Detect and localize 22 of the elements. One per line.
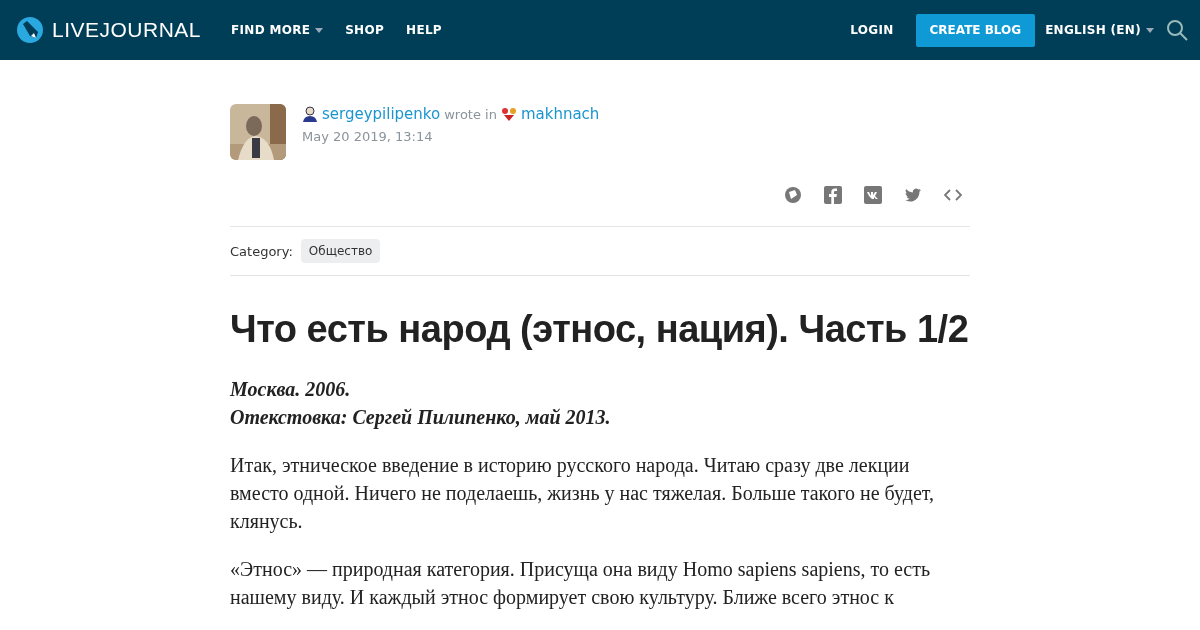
vk-icon[interactable] <box>864 186 882 204</box>
logo-icon <box>16 16 44 44</box>
user-icon <box>302 106 318 122</box>
login-link[interactable]: LOGIN <box>850 23 894 37</box>
facebook-icon[interactable] <box>824 186 842 204</box>
community-icon <box>500 106 517 122</box>
post-title: Что есть народ (этнос, нация). Часть 1/2 <box>230 308 970 351</box>
post-paragraph: «Этнос» — природная категория. Присуща она виду Homo sapiens sapiens, то есть нашему виду. И каждый этнос формирует свою культуру. Ближе всего этнос к <box>230 557 932 611</box>
language-menu[interactable]: ENGLISH (EN) <box>1045 23 1154 37</box>
nav-link[interactable]: FIND MORE <box>231 23 324 37</box>
twitter-icon[interactable] <box>904 186 922 204</box>
search-icon[interactable] <box>1166 19 1188 41</box>
wrote-in-text: wrote in <box>444 106 497 122</box>
caret-icon <box>1146 27 1154 33</box>
post-intro: Москва. 2006. Отекстовка: Сергей Пилипенко, май 2013. <box>230 377 612 431</box>
nav-link[interactable]: HELP <box>406 23 442 37</box>
post-paragraph: Итак, этническое введение в историю русского народа. Читаю сразу две лекции вместо одной. Ничего не поделаешь, жизнь у нас тяжелая. Больше такого не будет, клянусь. <box>230 453 936 535</box>
logo-text[interactable]: LIVEJOURNAL <box>52 18 202 42</box>
nav-link[interactable]: SHOP <box>345 23 385 37</box>
category-tag[interactable]: Общество <box>300 239 381 263</box>
post-date: May 20 2019, 13:14 <box>302 129 434 144</box>
category-label: Category: <box>230 243 293 259</box>
